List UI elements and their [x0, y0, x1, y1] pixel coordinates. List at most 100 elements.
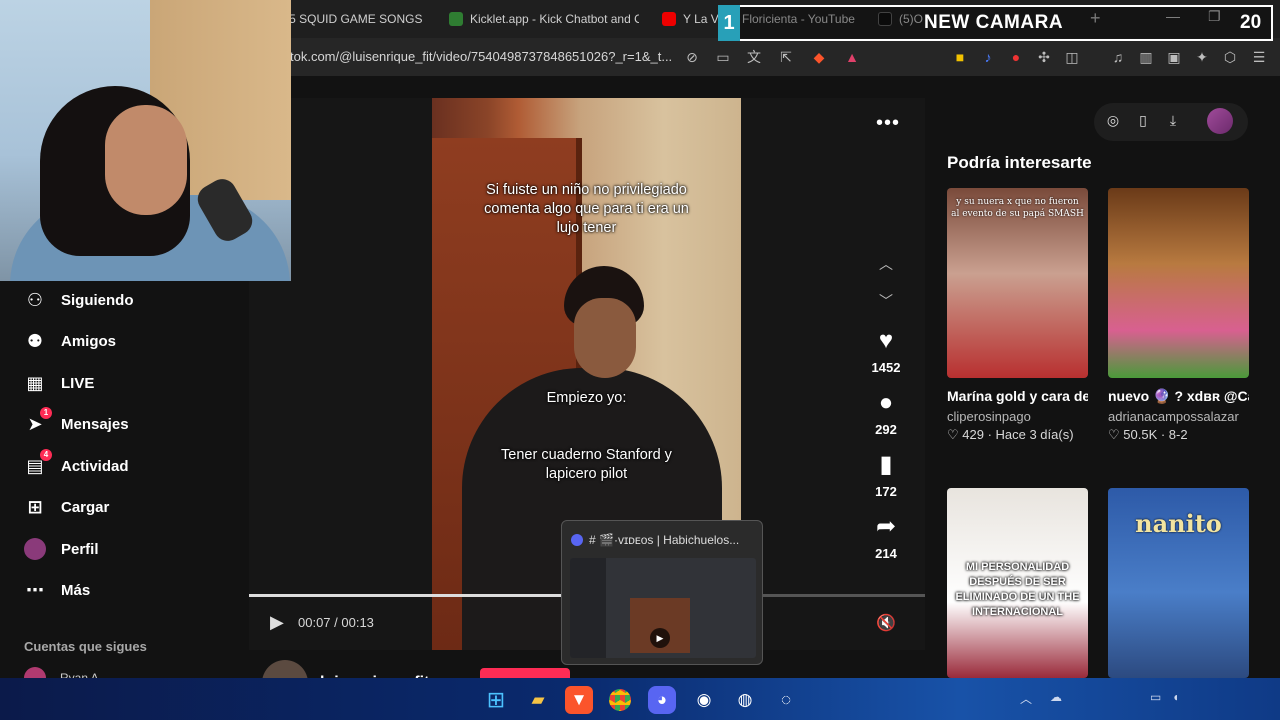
vpn-icon[interactable]: ⬡	[1221, 48, 1239, 66]
discord-preview-popup[interactable]: # 🎬·ᴠɪᴅᴇᴏs | Habichuelos... ▶	[561, 520, 763, 665]
sidebar-item-label: LIVE	[61, 374, 95, 392]
sidebar-item-upload[interactable]: ⊞ Cargar	[24, 492, 109, 522]
extension-icon[interactable]: ■	[951, 48, 969, 66]
leo-ai-icon[interactable]: ✦	[1193, 48, 1211, 66]
wallet-icon[interactable]: ▣	[1165, 48, 1183, 66]
recommendation-card[interactable]: MI PERSONALIDAD DESPUÉS DE SER ELIMINADO…	[947, 488, 1088, 678]
sidebar-item-messages[interactable]: ➤ 1 Mensajes	[24, 407, 129, 439]
activity-icon: ▤ 4	[24, 449, 52, 477]
video-time: 00:07 / 00:13	[298, 615, 374, 630]
discord-taskbar-icon[interactable]: ◕	[648, 686, 676, 714]
compass-icon[interactable]: ◎	[1104, 112, 1122, 129]
tab-label: Y La V	[683, 12, 719, 26]
scene-number: 1	[718, 5, 740, 41]
recommendations-title: Podría interesarte	[947, 153, 1092, 172]
media-icon[interactable]: ♫	[1109, 48, 1127, 66]
brave-rewards-icon[interactable]: ▲	[843, 48, 861, 66]
app-icon[interactable]: ◌	[772, 686, 800, 714]
save-button[interactable]: ▮ 172	[866, 452, 906, 500]
chrome-icon[interactable]	[606, 686, 634, 714]
brave-browser-icon[interactable]: ▼	[565, 686, 593, 714]
sidebar-item-label: Más	[61, 581, 91, 599]
share-button[interactable]: ➦ 214	[866, 514, 906, 562]
upload-icon: ⊞	[27, 496, 43, 517]
tab-squid-game[interactable]: P 5 SQUID GAME SONGS	[278, 6, 428, 32]
video-caption-mid: Empiezo yo:	[546, 390, 627, 406]
card-overlay-text: nanito	[1135, 509, 1222, 538]
card-thumbnail: y su nuera x que no fueron al evento de …	[947, 188, 1088, 378]
share-icon[interactable]: ⇱	[777, 48, 795, 66]
comment-count: 292	[875, 422, 897, 437]
card-overlay-text: MI PERSONALIDAD DESPUÉS DE SER ELIMINADO…	[955, 561, 1080, 618]
card-user: adrianacampossalazar	[1108, 409, 1239, 424]
like-button[interactable]: ♥ 1452	[866, 327, 906, 376]
sidebar-item-friends[interactable]: ⚉ Amigos	[24, 326, 116, 356]
windows-start-icon[interactable]: ⊞	[482, 686, 510, 714]
sidebar-toggle-icon[interactable]: ▥	[1137, 48, 1155, 66]
webcam-person-face	[105, 105, 187, 215]
save-count: 172	[875, 484, 897, 499]
steam-icon[interactable]: ◉	[690, 686, 718, 714]
video-person-face	[574, 298, 636, 378]
brave-shield-icon[interactable]: ◆	[810, 48, 828, 66]
sidebar-item-profile[interactable]: Perfil	[24, 534, 99, 564]
user-avatar[interactable]	[1207, 108, 1233, 134]
recommendation-card[interactable]: nanito	[1108, 488, 1249, 678]
sidebar-item-label: Siguiendo	[61, 291, 134, 309]
live-icon: ▦	[26, 372, 44, 393]
share-count: 214	[875, 546, 897, 561]
download-icon[interactable]: ⤓	[1164, 112, 1182, 129]
no-tracking-icon[interactable]: ⊘	[683, 48, 701, 66]
mobile-icon[interactable]: ▯	[1134, 112, 1152, 129]
cast-icon[interactable]: ▭	[714, 48, 732, 66]
more-icon: ⋯	[26, 579, 44, 600]
activity-badge: 4	[40, 449, 52, 461]
recommendation-card[interactable]: y su nuera x que no fueron al evento de …	[947, 188, 1088, 443]
recommendation-card[interactable]: nuevo 🔮 ? xdʙʀ @Camila calderon... adria…	[1108, 188, 1249, 443]
video-caption-bottom: Tener cuaderno Stanford y lapicero pilot	[501, 447, 672, 482]
tray-chevron-icon[interactable]: ︿	[1020, 690, 1032, 707]
sidebar-item-more[interactable]: ⋯ Más	[24, 575, 90, 605]
following-icon: ⚇	[26, 289, 44, 310]
record-extension-icon[interactable]: ●	[1007, 48, 1025, 66]
kicklet-icon	[449, 12, 463, 26]
volume-muted-icon[interactable]: 🔇	[876, 613, 896, 633]
sidebar-item-activity[interactable]: ▤ 4 Actividad	[24, 449, 129, 481]
previous-video-icon[interactable]: ︿	[876, 254, 896, 274]
scene-name: NEW CAMARA	[924, 12, 1064, 33]
network-icon[interactable]: ▭	[1150, 690, 1161, 704]
heart-icon: ♥	[878, 327, 894, 354]
next-video-icon[interactable]: ﹀	[876, 291, 896, 311]
translate-icon[interactable]: 文	[745, 48, 763, 66]
comment-icon: ●	[878, 389, 894, 416]
audio-extension-icon[interactable]: ♪	[979, 48, 997, 66]
puzzle-icon[interactable]: ✣	[1035, 48, 1053, 66]
messages-icon: ➤ 1	[24, 407, 52, 435]
card-thumbnail: MI PERSONALIDAD DESPUÉS DE SER ELIMINADO…	[947, 488, 1088, 678]
webcam-overlay	[0, 0, 291, 281]
play-icon[interactable]: ▶	[270, 612, 284, 633]
card-meta: ♡ 50.5K · 8-2	[1108, 427, 1188, 442]
comment-button[interactable]: ● 292	[866, 389, 906, 438]
obs-icon[interactable]: ◍	[731, 686, 759, 714]
more-options-icon[interactable]: •••	[876, 112, 900, 135]
sidebar-item-live[interactable]: ▦ LIVE	[24, 368, 94, 398]
sidebar-item-label: Cargar	[61, 498, 110, 516]
volume-icon[interactable]: ◖	[1172, 690, 1179, 704]
following-section-title: Cuentas que sigues	[24, 639, 147, 654]
file-explorer-icon[interactable]: ▰	[524, 686, 552, 714]
tab-kicklet[interactable]: Kicklet.app - Kick Chatbot and Ov	[449, 6, 639, 32]
url-field[interactable]: tok.com/@luisenrique_fit/video/754049873…	[290, 49, 682, 64]
screenshot-icon[interactable]: ◫	[1063, 48, 1081, 66]
video-progress-fill	[249, 594, 601, 597]
onedrive-icon[interactable]: ☁	[1050, 690, 1062, 704]
menu-icon[interactable]: ☰	[1250, 48, 1268, 66]
video-caption-top: Si fuiste un niño no privilegiado coment…	[484, 182, 689, 236]
tab-youtube-1[interactable]: Y La V	[662, 6, 722, 32]
tab-label: Kicklet.app - Kick Chatbot and Ov	[470, 12, 639, 26]
card-title: Marína gold y cara de Cristian...	[947, 388, 1088, 404]
card-thumbnail: nanito	[1108, 488, 1249, 678]
card-user: cliperosinpago	[947, 409, 1031, 424]
sidebar-item-following[interactable]: ⚇ Siguiendo	[24, 285, 134, 315]
card-overlay-text: y su nuera x que no fueron al evento de …	[951, 197, 1084, 219]
